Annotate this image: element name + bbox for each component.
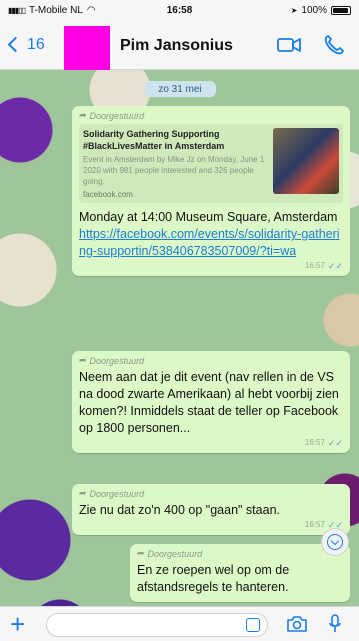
chevron-left-icon (7, 36, 24, 53)
message-text: Zie nu dat zo'n 400 op "gaan" staan. (79, 503, 280, 517)
battery-percentage: 100% (301, 4, 327, 16)
back-button[interactable]: 16 (0, 36, 45, 54)
attach-plus-icon[interactable]: + (10, 611, 25, 637)
forward-icon: ➦ (79, 355, 87, 365)
chat-area[interactable]: zo 31 mei ➦ Doorgestuurd Solidarity Gath… (0, 70, 359, 606)
forward-icon: ➦ (79, 488, 87, 498)
message-link[interactable]: https://facebook.com/events/s/solidarity… (79, 227, 340, 258)
status-left: ▮▮▮▯▯ T-Mobile NL ◠ (8, 5, 96, 16)
chevron-down-icon (327, 534, 343, 550)
microphone-icon[interactable] (329, 614, 341, 634)
message-text: Neem aan dat je dit event (nav rellen in… (79, 370, 339, 435)
message-input[interactable] (46, 613, 268, 637)
link-preview-domain: facebook.com (83, 190, 133, 199)
message-time: 16:57 (304, 520, 325, 529)
forwarded-text: Doorgestuurd (89, 110, 145, 121)
sticker-icon[interactable] (246, 618, 260, 632)
message-text: Monday at 14:00 Museum Square, Amsterdam… (79, 209, 343, 260)
message-meta: 16:57 ✓✓ (79, 520, 343, 531)
link-preview-thumbnail (273, 128, 339, 194)
message-text: En ze roepen wel op om de afstandsregels… (137, 563, 290, 594)
forwarded-text: Doorgestuurd (147, 548, 203, 559)
video-call-icon[interactable] (277, 37, 301, 53)
read-receipt-icon: ✓✓ (327, 261, 343, 271)
forward-icon: ➦ (137, 548, 145, 558)
forwarded-label: ➦ Doorgestuurd (79, 355, 343, 366)
message-bubble[interactable]: ➦ Doorgestuurd En ze roepen wel op om de… (130, 544, 350, 602)
wifi-icon: ◠ (86, 4, 96, 16)
carrier-label: T-Mobile NL (29, 4, 83, 16)
message-bubble[interactable]: ➦ Doorgestuurd Zie nu dat zo'n 400 op "g… (72, 484, 350, 535)
forwarded-label: ➦ Doorgestuurd (79, 110, 343, 121)
status-right: ➤ 100% (291, 5, 351, 16)
link-preview[interactable]: Solidarity Gathering Supporting #BlackLi… (79, 124, 343, 203)
link-preview-description: Event in Amsterdam by Mike Jz on Monday,… (83, 155, 265, 186)
message-bubble[interactable]: ➦ Doorgestuurd Neem aan dat je dit event… (72, 351, 350, 453)
forwarded-label: ➦ Doorgestuurd (79, 488, 343, 499)
scroll-to-bottom-button[interactable] (321, 528, 349, 556)
date-separator: zo 31 mei (144, 81, 216, 97)
forwarded-text: Doorgestuurd (89, 488, 145, 499)
signal-icon: ▮▮▮▯▯ (8, 5, 26, 15)
battery-icon (331, 5, 351, 15)
chat-header: 16 Pim Jansonius (0, 20, 359, 70)
location-icon: ➤ (290, 5, 298, 15)
message-bubble[interactable]: ➦ Doorgestuurd Solidarity Gathering Supp… (72, 106, 350, 276)
read-receipt-icon: ✓✓ (327, 438, 343, 448)
forwarded-text: Doorgestuurd (89, 355, 145, 366)
status-bar: ▮▮▮▯▯ T-Mobile NL ◠ 16:58 ➤ 100% (0, 0, 359, 20)
message-meta: 16:57 ✓✓ (79, 261, 343, 272)
message-meta: 16:57 ✓✓ (79, 438, 343, 449)
unread-count: 16 (27, 35, 45, 53)
message-time: 16:57 (304, 261, 325, 270)
contact-name[interactable]: Pim Jansonius (120, 37, 233, 55)
avatar[interactable] (64, 26, 110, 70)
message-time: 16:57 (304, 438, 325, 447)
phone-call-icon[interactable] (323, 34, 345, 56)
forward-icon: ➦ (79, 110, 87, 120)
link-preview-text: Solidarity Gathering Supporting #BlackLi… (83, 128, 267, 199)
camera-icon[interactable] (287, 616, 307, 632)
input-bar: + (0, 606, 359, 641)
message-body: Monday at 14:00 Museum Square, Amsterdam (79, 210, 338, 224)
link-preview-title: Solidarity Gathering Supporting #BlackLi… (83, 129, 225, 151)
forwarded-label: ➦ Doorgestuurd (137, 548, 343, 559)
